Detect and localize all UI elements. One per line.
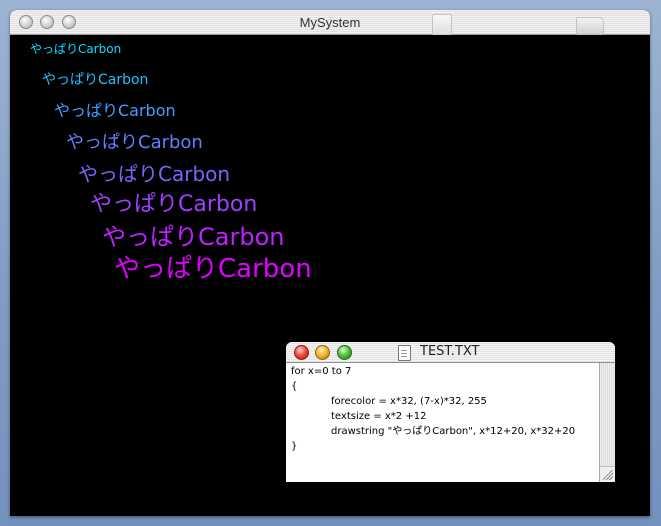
carbon-text-line: やっぱりCarbon [42,72,149,88]
carbon-text-line: やっぱりCarbon [114,254,312,284]
folder-icon [576,17,604,35]
close-button[interactable] [294,345,309,360]
code-text-area[interactable]: for x=0 to 7 { forecolor = x*32, (7-x)*3… [286,363,599,482]
text-editor-window: TEST.TXT for x=0 to 7 { forecolor = x*32… [286,342,615,482]
vertical-scrollbar[interactable] [599,363,615,482]
editor-title: TEST.TXT [420,344,480,359]
carbon-text-line: やっぱりCarbon [66,132,203,153]
code-line: forecolor = x*32, (7-x)*32, 255 [331,396,487,407]
carbon-text-line: やっぱりCarbon [78,162,231,186]
resize-handle-icon[interactable] [599,466,615,482]
code-line: drawstring "やっぱりCarbon", x*12+20, x*32+2… [331,426,576,437]
main-window-title: MySystem [299,15,361,30]
code-line: } [291,441,298,452]
code-line: { [291,381,298,392]
carbon-text-line: やっぱりCarbon [54,101,176,120]
code-line: for x=0 to 7 [291,366,352,377]
carbon-text-line: やっぱりCarbon [90,192,258,217]
zoom-button[interactable] [337,345,352,360]
code-line: textsize = x*2 +12 [331,411,427,422]
carbon-text-line: やっぱりCarbon [30,42,122,56]
document-icon [398,345,411,361]
editor-titlebar[interactable]: TEST.TXT [286,342,615,363]
minimize-button[interactable] [315,345,330,360]
document-icon [432,14,452,36]
carbon-text-line: やっぱりCarbon [102,223,285,251]
main-window-titlebar[interactable]: MySystem [10,10,650,36]
